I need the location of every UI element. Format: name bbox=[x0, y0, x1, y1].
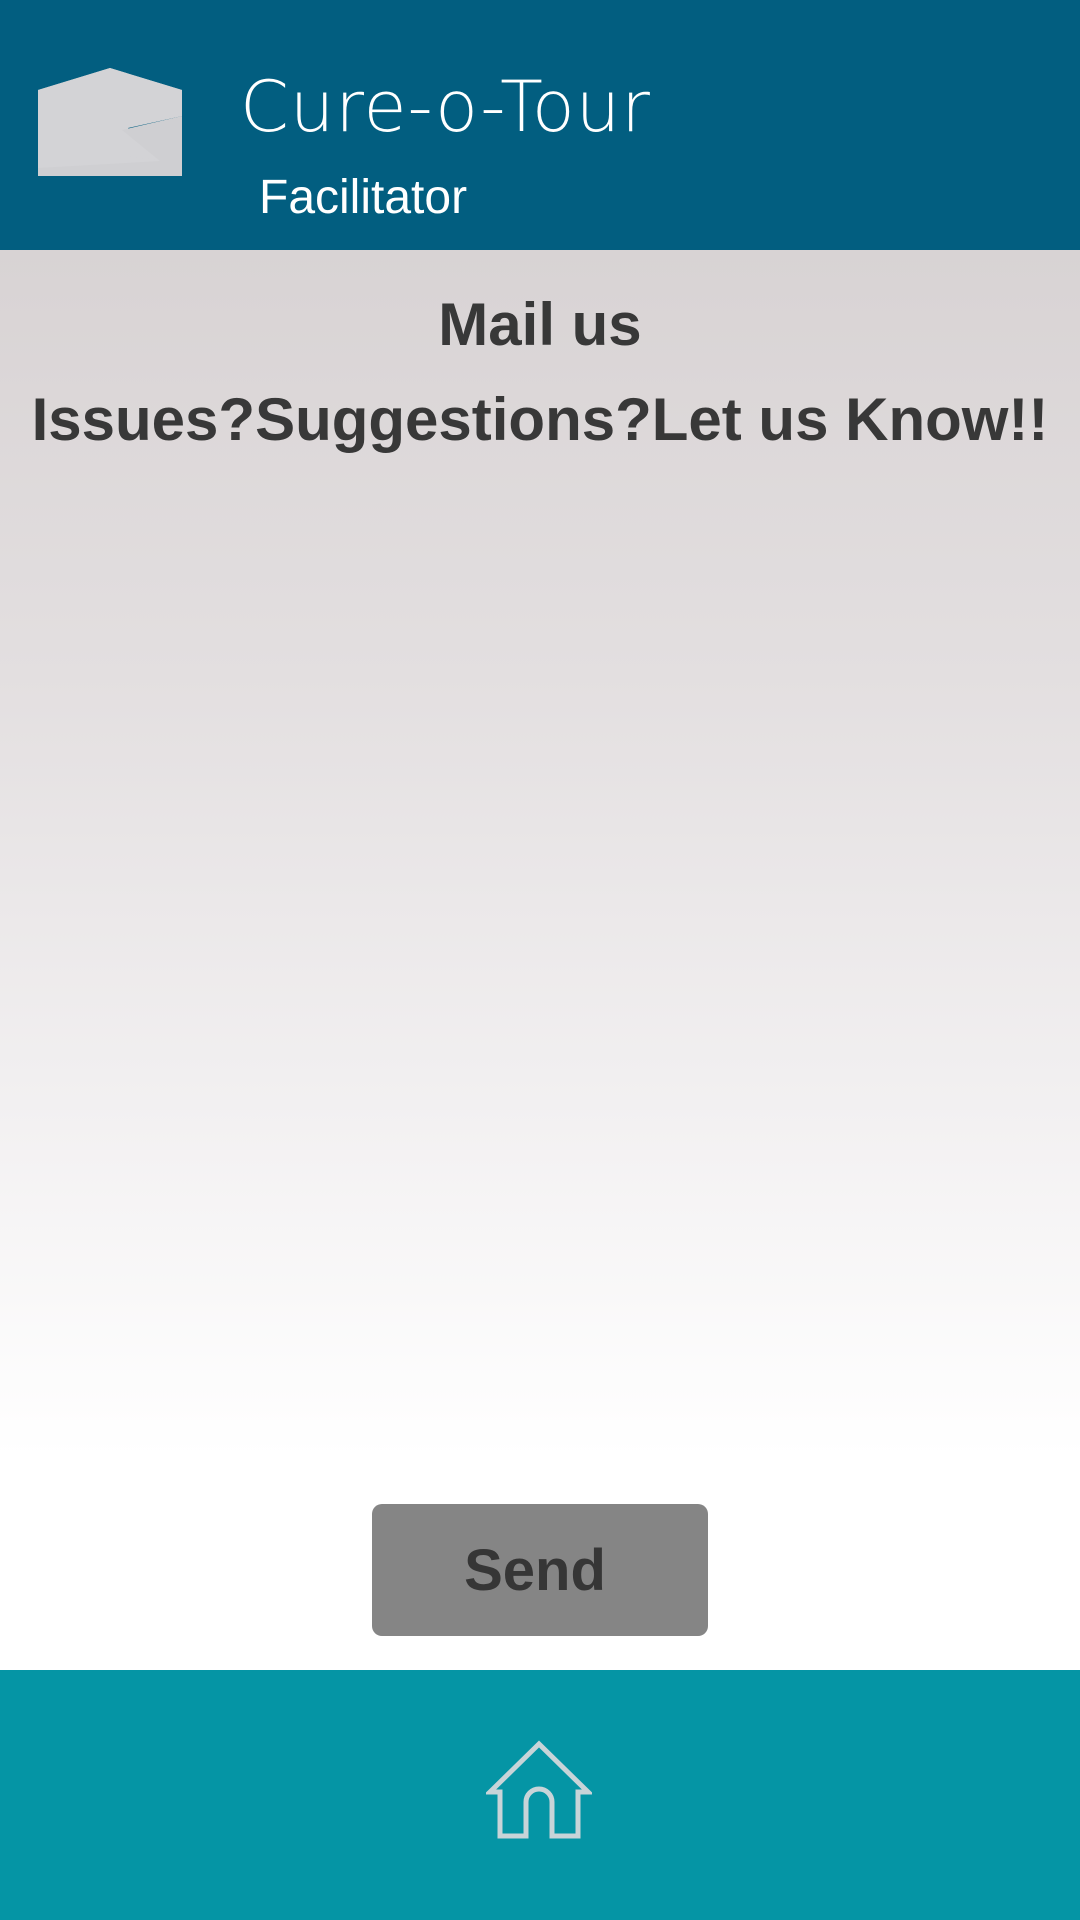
mail-envelope-icon bbox=[38, 68, 182, 176]
send-button[interactable]: Send bbox=[372, 1504, 708, 1636]
mail-content-area: Mail us Issues?Suggestions?Let us Know!!… bbox=[0, 250, 1080, 1670]
app-title: Cure-o-Tour bbox=[240, 66, 651, 148]
page-title: Mail us bbox=[438, 291, 642, 358]
app-subtitle: Facilitator bbox=[259, 171, 468, 224]
app-header: Cure-o-Tour Facilitator bbox=[0, 0, 1080, 250]
home-icon[interactable] bbox=[486, 1740, 592, 1840]
bottom-app-bar bbox=[0, 1670, 1080, 1920]
page-subtitle: Issues?Suggestions?Let us Know!! bbox=[31, 386, 1049, 453]
